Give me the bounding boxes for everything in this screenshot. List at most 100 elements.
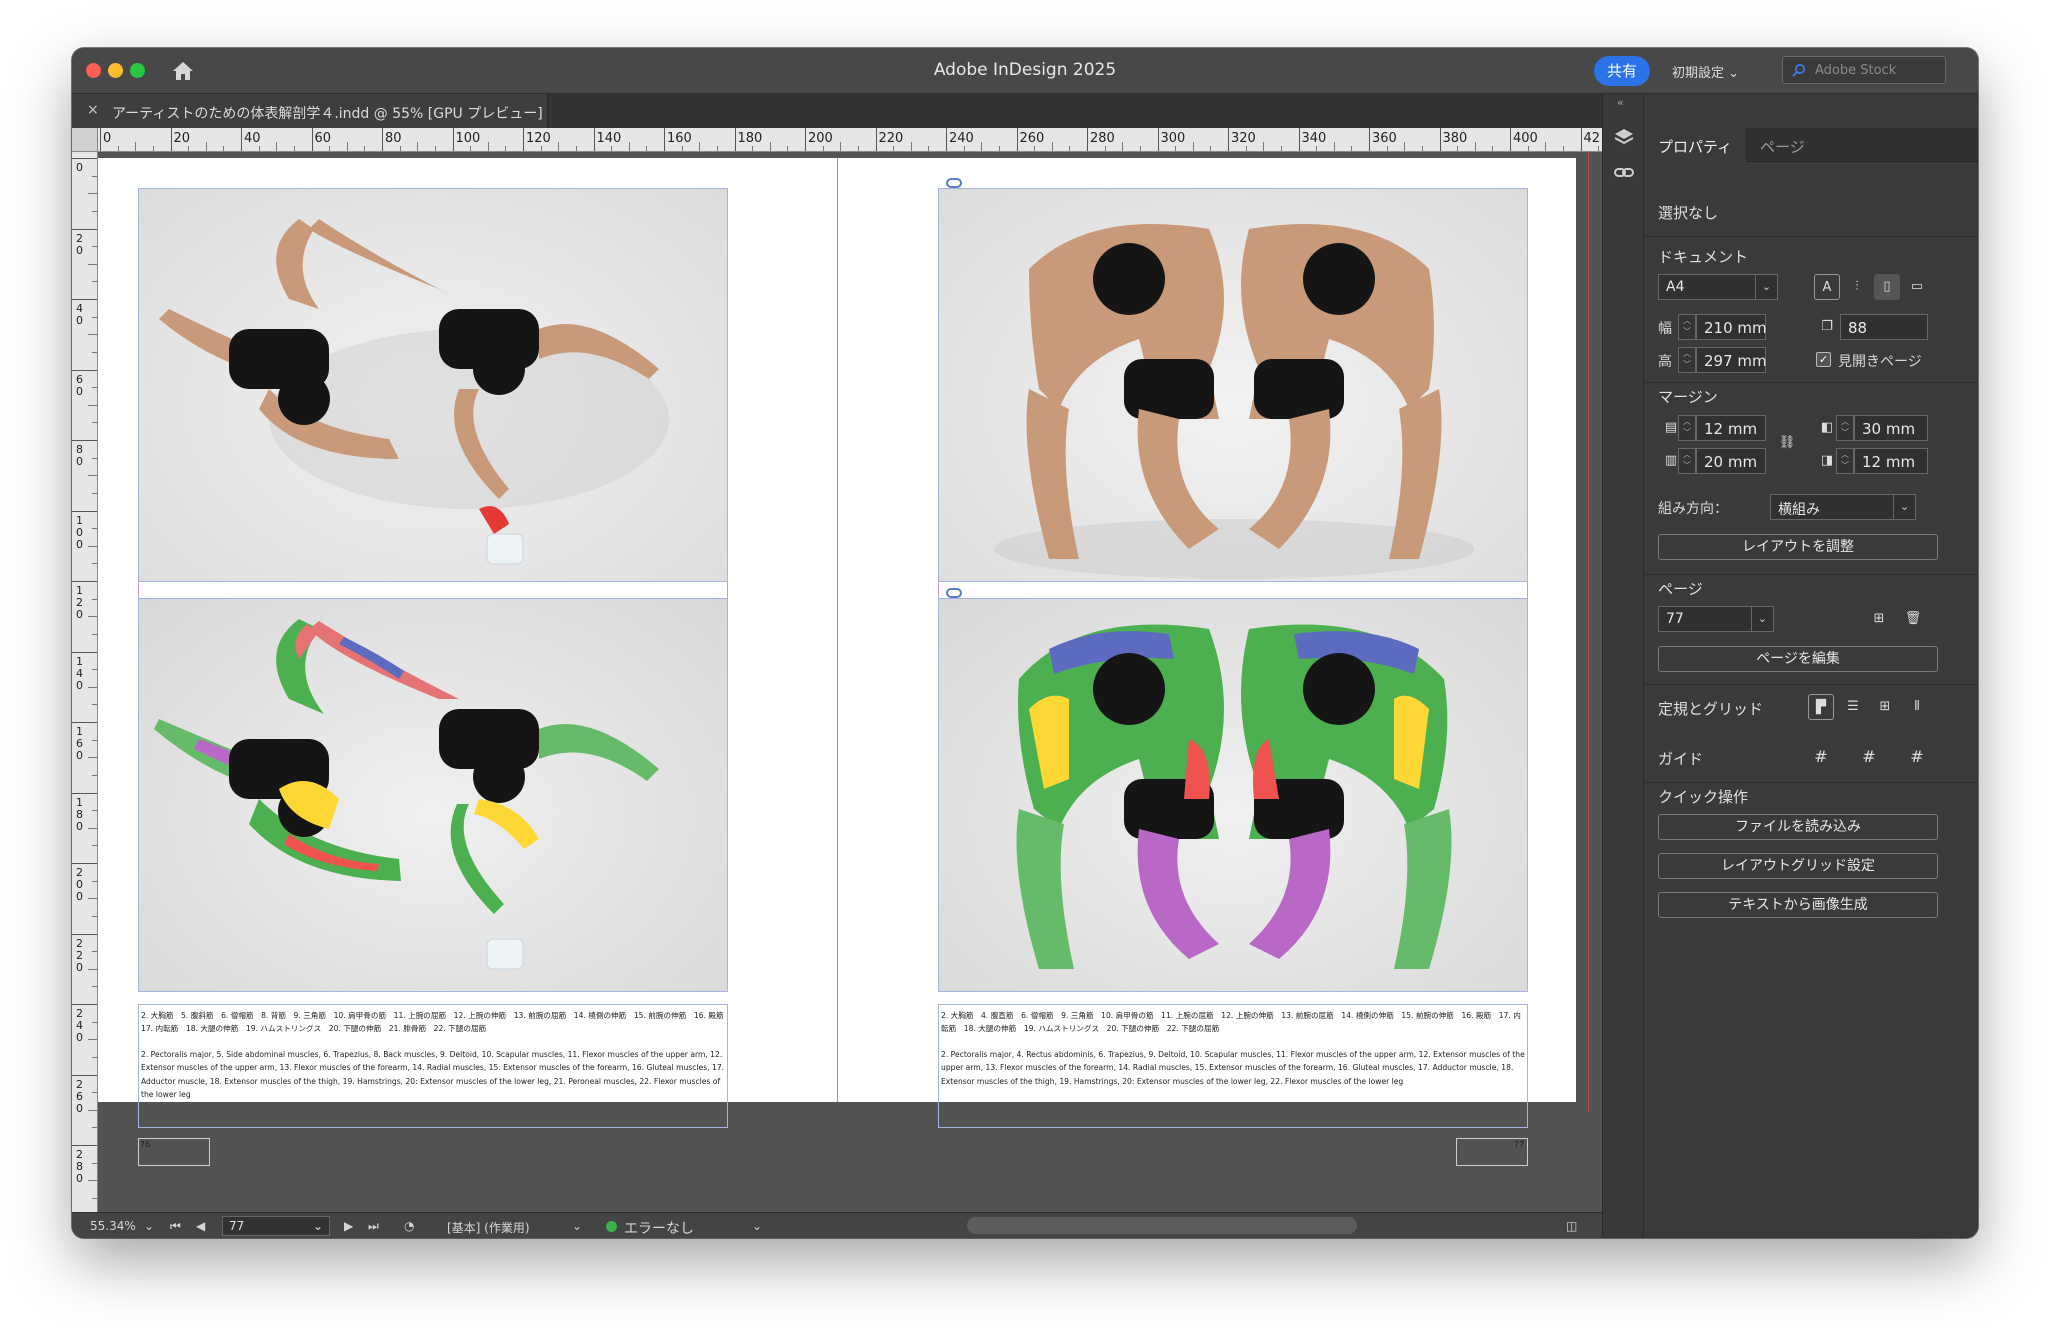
facing-pages-checkbox[interactable]: ✓ bbox=[1816, 352, 1831, 367]
text-to-image-button[interactable]: テキストから画像生成 bbox=[1658, 892, 1938, 918]
tab-pages[interactable]: ページ bbox=[1760, 136, 1805, 157]
orientation-landscape-icon[interactable]: ▭ bbox=[1904, 274, 1930, 300]
ruler-minor-tick bbox=[769, 142, 771, 151]
baseline-grid-icon[interactable]: ☰ bbox=[1840, 694, 1866, 720]
chevron-down-icon[interactable]: ⌄ bbox=[144, 1219, 154, 1233]
intent-vertical-icon[interactable]: ⫶ bbox=[1844, 274, 1870, 300]
ruler-tick bbox=[72, 581, 97, 582]
ruler-minor-tick bbox=[1175, 146, 1177, 151]
ruler-label: 260 bbox=[76, 1077, 83, 1115]
ruler-tick bbox=[72, 792, 97, 794]
document-grid-icon[interactable]: ⊞ bbox=[1872, 694, 1898, 720]
photo-frame-top-left[interactable] bbox=[138, 188, 728, 582]
margin-outside-stepper[interactable]: ︿ ﹀ bbox=[1836, 448, 1854, 474]
height-field[interactable]: 297 mm bbox=[1696, 347, 1767, 373]
ruler-minor-tick bbox=[822, 146, 824, 151]
delete-page-icon[interactable]: 🗑 bbox=[1900, 606, 1926, 632]
preflight-profile[interactable]: [基本] (作業用) bbox=[447, 1219, 530, 1236]
prev-page-icon[interactable]: ◀ bbox=[196, 1219, 205, 1233]
layout-grid-icon[interactable]: ⦀ bbox=[1904, 694, 1930, 720]
page-number-input[interactable]: 77 ⌄ bbox=[222, 1216, 330, 1236]
vertical-ruler[interactable]: 0204060801001201401601802002202402602803… bbox=[72, 152, 98, 1212]
margin-inside-stepper[interactable]: ︿ ﹀ bbox=[1836, 415, 1854, 441]
indesign-window: Adobe InDesign 2025 共有 初期設定 ⌄ Adobe Stoc… bbox=[72, 48, 1978, 1238]
photo-frame-bottom-right[interactable] bbox=[938, 598, 1528, 992]
show-guides-icon[interactable]: # bbox=[1808, 744, 1834, 770]
ruler-label: 20 bbox=[76, 231, 83, 257]
ruler-minor-tick bbox=[434, 146, 436, 151]
ruler-minor-tick bbox=[92, 457, 97, 459]
edit-page-button[interactable]: ページを編集 bbox=[1658, 646, 1938, 672]
close-tab-icon[interactable]: × bbox=[87, 102, 99, 118]
ruler-minor-tick bbox=[857, 146, 859, 151]
collapse-panels-icon[interactable]: « bbox=[1617, 96, 1624, 109]
close-window-button[interactable] bbox=[86, 63, 101, 78]
workspace-switcher[interactable]: 初期設定 ⌄ bbox=[1672, 62, 1739, 81]
layers-icon[interactable] bbox=[1613, 126, 1635, 148]
zoom-window-button[interactable] bbox=[130, 63, 145, 78]
margin-outside-field[interactable]: 12 mm bbox=[1854, 448, 1928, 474]
margin-bottom-field[interactable]: 20 mm bbox=[1696, 448, 1766, 474]
share-button[interactable]: 共有 bbox=[1594, 56, 1650, 86]
chevron-down-icon[interactable]: ⌄ bbox=[752, 1219, 762, 1233]
link-icon bbox=[946, 178, 962, 188]
caption-frame-left[interactable]: 2. 大胸筋 5. 腹斜筋 6. 僧帽筋 8. 背筋 9. 三角筋 10. 肩甲… bbox=[138, 1004, 731, 1128]
page-76[interactable]: 2. 大胸筋 5. 腹斜筋 6. 僧帽筋 8. 背筋 9. 三角筋 10. 肩甲… bbox=[98, 158, 837, 1166]
links-icon[interactable] bbox=[1613, 162, 1635, 184]
margin-top-field[interactable]: 12 mm bbox=[1696, 415, 1766, 441]
document-canvas[interactable]: 2. 大胸筋 5. 腹斜筋 6. 僧帽筋 8. 背筋 9. 三角筋 10. 肩甲… bbox=[98, 152, 1624, 1212]
preflight-status[interactable]: エラーなし bbox=[624, 1218, 694, 1238]
document-tab[interactable]: × アーティストのための体表解剖学４.indd @ 55% [GPU プレビュー… bbox=[72, 94, 548, 128]
first-page-icon[interactable]: ⏮ bbox=[170, 1219, 181, 1234]
next-page-icon[interactable]: ▶ bbox=[344, 1219, 353, 1233]
ruler-minor-tick bbox=[364, 146, 366, 151]
photo-frame-top-right[interactable] bbox=[938, 188, 1528, 582]
adobe-stock-search[interactable]: Adobe Stock bbox=[1782, 56, 1946, 84]
adjust-layout-button[interactable]: レイアウトを調整 bbox=[1658, 534, 1938, 560]
caption-en-right: 2. Pectoralis major, 4. Rectus abdominis… bbox=[941, 1049, 1525, 1086]
ruler-minor-tick bbox=[92, 281, 97, 283]
ruler-tick bbox=[72, 510, 97, 512]
chevron-down-icon[interactable]: ⌄ bbox=[572, 1219, 582, 1233]
minimize-window-button[interactable] bbox=[108, 63, 123, 78]
panel-icon-strip: « bbox=[1602, 94, 1644, 1238]
intent-print-icon[interactable]: A bbox=[1814, 274, 1840, 300]
horizontal-scrollbar-thumb[interactable] bbox=[967, 1217, 1357, 1234]
caption-frame-right[interactable]: 2. 大胸筋 4. 腹直筋 6. 僧帽筋 9. 三角筋 10. 肩甲骨の筋 11… bbox=[938, 1004, 1528, 1128]
zoom-level[interactable]: 55.34% bbox=[90, 1219, 136, 1233]
margin-top-stepper[interactable]: ︿ ﹀ bbox=[1678, 415, 1696, 441]
layout-grid-settings-button[interactable]: レイアウトグリッド設定 bbox=[1658, 853, 1938, 879]
margin-link-icon[interactable]: ⛓ bbox=[1774, 430, 1800, 456]
split-view-icon[interactable]: ◫ bbox=[1566, 1219, 1577, 1233]
page-77[interactable]: 2. 大胸筋 4. 腹直筋 6. 僧帽筋 9. 三角筋 10. 肩甲骨の筋 11… bbox=[838, 158, 1576, 1166]
page-count-field[interactable]: 88 bbox=[1840, 314, 1928, 340]
last-page-icon[interactable]: ⏭ bbox=[368, 1219, 379, 1234]
preflight-profile-icon[interactable]: ◔ bbox=[404, 1219, 414, 1233]
smart-guides-icon[interactable]: # bbox=[1904, 744, 1930, 770]
ruler-toggle-icon[interactable]: ▛ bbox=[1808, 694, 1834, 720]
ruler-minor-tick bbox=[293, 146, 295, 151]
ruler-minor-tick bbox=[92, 739, 97, 741]
ruler-minor-tick bbox=[117, 146, 119, 151]
lock-guides-icon[interactable]: # bbox=[1856, 744, 1882, 770]
orientation-portrait-icon[interactable]: ▯ bbox=[1874, 274, 1900, 300]
ruler-minor-tick bbox=[92, 810, 97, 812]
add-page-icon[interactable]: ⊞ bbox=[1866, 606, 1892, 632]
ruler-tick bbox=[1157, 128, 1159, 151]
page-select[interactable]: 77 ⌄ bbox=[1658, 606, 1774, 632]
ruler-origin[interactable] bbox=[72, 128, 98, 152]
width-stepper[interactable]: ︿ ﹀ bbox=[1678, 314, 1696, 340]
width-field[interactable]: 210 mm bbox=[1696, 314, 1767, 340]
height-stepper[interactable]: ︿ ﹀ bbox=[1678, 347, 1696, 373]
ruler-minor-tick bbox=[540, 146, 542, 151]
margin-inside-field[interactable]: 30 mm bbox=[1854, 415, 1928, 441]
import-file-button[interactable]: ファイルを読み込み bbox=[1658, 814, 1938, 840]
photo-frame-bottom-left[interactable] bbox=[138, 598, 728, 992]
margin-bottom-stepper[interactable]: ︿ ﹀ bbox=[1678, 448, 1696, 474]
ruler-tick bbox=[72, 1145, 97, 1146]
horizontal-ruler[interactable]: 0 20 40 60 80 100 120 140 160 180 200 220 240 260 280 3… bbox=[98, 128, 1602, 152]
home-icon[interactable] bbox=[170, 58, 196, 84]
binding-select[interactable]: 横組み ⌄ bbox=[1770, 494, 1916, 520]
page-size-select[interactable]: A4 ⌄ bbox=[1658, 274, 1778, 300]
tab-properties[interactable]: プロパティ bbox=[1658, 136, 1732, 157]
